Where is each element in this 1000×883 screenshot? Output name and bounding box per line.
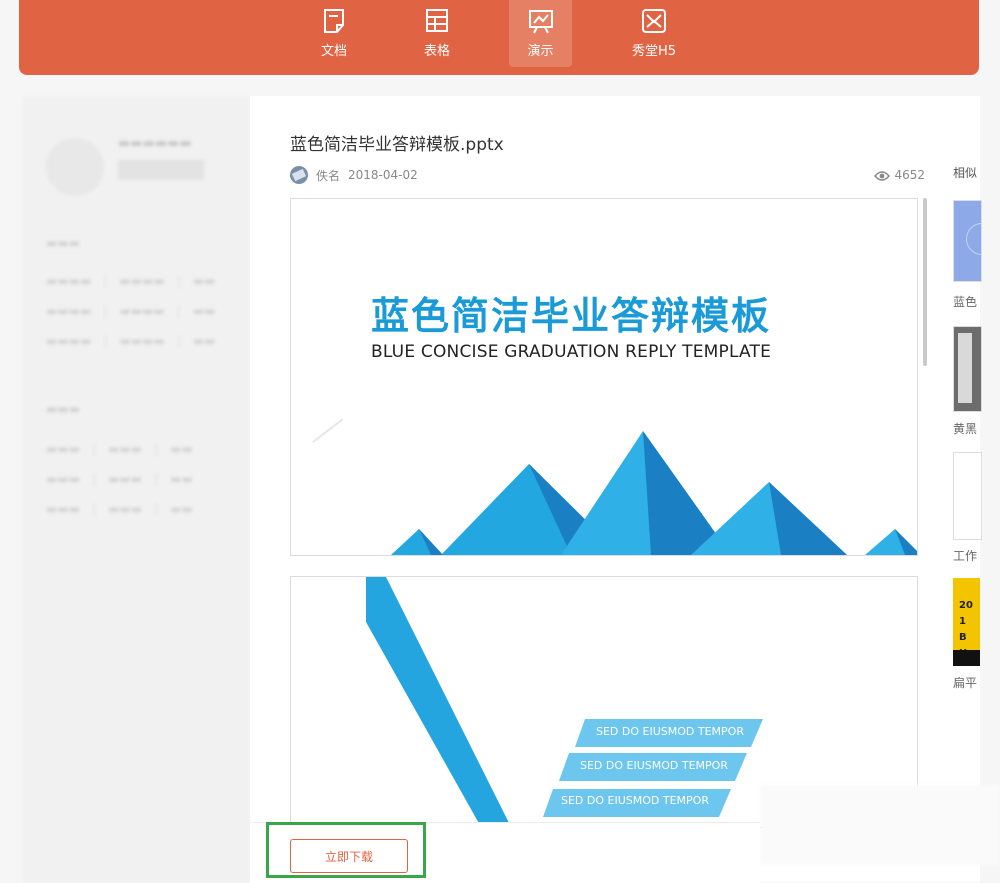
related-section-title: 相似 xyxy=(953,166,978,180)
nav-item-h5[interactable]: 秀堂H5 xyxy=(624,0,684,67)
blurred-row: ▬▬▬▬ | ▬▬▬▬ | ▬▬ xyxy=(46,304,216,318)
related-label[interactable]: 扁平 xyxy=(953,674,980,691)
nav-item-document[interactable]: 文档 xyxy=(306,0,362,67)
h5-icon xyxy=(642,9,666,33)
blurred-row: ▬▬▬ | ▬▬▬ | ▬▬ xyxy=(46,502,193,516)
view-count-value: 4652 xyxy=(894,168,925,182)
related-thumb[interactable] xyxy=(953,326,982,412)
related-thumb[interactable] xyxy=(953,452,982,540)
view-count: 4652 xyxy=(874,168,925,182)
nav-label: 秀堂H5 xyxy=(631,44,677,59)
blurred-section-title: ▬▬▬ xyxy=(46,236,81,250)
document-icon xyxy=(324,9,344,33)
nav-label: 文档 xyxy=(320,44,347,59)
slide-preview-1[interactable]: 蓝色简洁毕业答辩模板 BLUE CONCISE GRADUATION REPLY… xyxy=(290,198,918,556)
related-label[interactable]: 黄黑 xyxy=(953,420,980,437)
blurred-section-title: ▬▬▬ xyxy=(46,402,81,416)
author-name: 佚名 xyxy=(316,168,341,183)
author-avatar xyxy=(290,166,308,184)
related-thumb[interactable]: 201 BU xyxy=(953,578,980,666)
content-item: SED DO EIUSMOD TEMPOR xyxy=(580,759,728,772)
mountains-graphic xyxy=(312,418,917,555)
blurred-row: ▬▬▬ | ▬▬▬ | ▬▬ xyxy=(46,442,193,456)
blurred-text: ▬▬▬▬▬▬ xyxy=(118,136,192,151)
top-nav-bar: 文档 表格 演示 秀堂H5 xyxy=(19,0,979,75)
blurred-area xyxy=(760,785,1000,865)
nav-label: 演示 xyxy=(527,44,554,59)
blurred-row: ▬▬▬▬ | ▬▬▬▬ | ▬▬ xyxy=(46,274,216,288)
related-label[interactable]: 蓝色 xyxy=(953,293,980,310)
presentation-icon xyxy=(528,10,553,34)
document-meta: 佚名 2018-04-02 xyxy=(290,166,426,186)
blurred-sidebar: ▬▬▬▬▬▬ ▬▬▬ ▬▬▬▬ | ▬▬▬▬ | ▬▬ ▬▬▬▬ | ▬▬▬▬ | ▬▬ ▬▬▬… xyxy=(22,96,250,882)
blurred-row: ▬▬▬▬ | ▬▬▬▬ | ▬▬ xyxy=(46,334,216,348)
related-thumb[interactable] xyxy=(953,200,982,282)
avatar xyxy=(46,138,104,196)
download-bar: 立即下载 xyxy=(250,822,760,883)
document-preview-panel: 蓝色简洁毕业答辩模板.pptx 佚名 2018-04-02 4652 蓝色简洁毕业… xyxy=(250,96,982,882)
blurred-row: ▬▬▬ | ▬▬▬ | ▬▬ xyxy=(46,472,193,486)
content-item: SED DO EIUSMOD TEMPOR xyxy=(561,794,709,807)
publish-date: 2018-04-02 xyxy=(348,168,418,182)
related-label[interactable]: 工作 xyxy=(953,547,980,564)
nav-label: 表格 xyxy=(423,44,450,59)
blurred-button xyxy=(118,160,204,180)
content-item: SED DO EIUSMOD TEMPOR xyxy=(596,725,744,738)
table-icon xyxy=(426,9,448,32)
page-title: 蓝色简洁毕业答辩模板.pptx xyxy=(290,135,504,155)
preview-scrollbar[interactable] xyxy=(923,198,927,366)
nav-item-table[interactable]: 表格 xyxy=(409,0,465,67)
nav-item-presentation[interactable]: 演示 xyxy=(509,0,572,67)
eye-icon xyxy=(874,170,891,181)
download-button[interactable]: 立即下载 xyxy=(290,839,408,873)
